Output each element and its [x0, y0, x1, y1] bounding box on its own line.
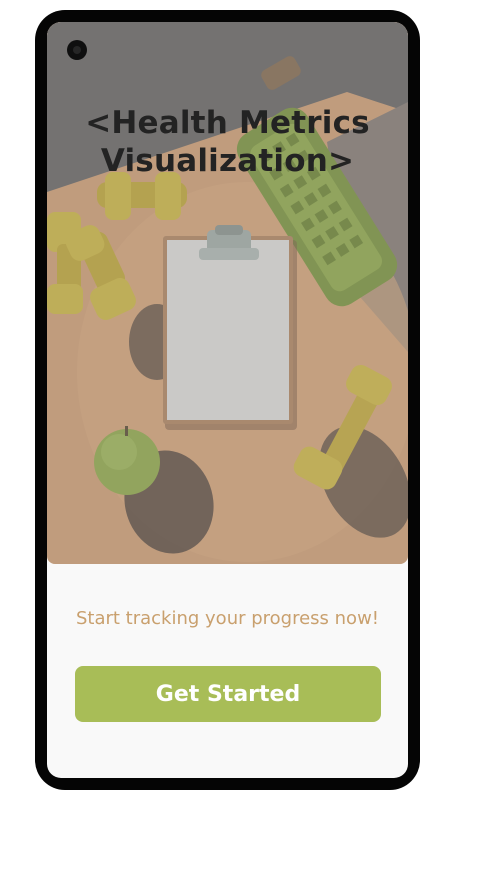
hero-title: <Health Metrics Visualization>	[47, 104, 408, 180]
hero-title-line-1: <Health Metrics	[85, 105, 370, 141]
app-screen: <Health Metrics Visualization> Start tra…	[47, 22, 408, 778]
hero-title-line-2: Visualization>	[100, 143, 355, 179]
front-camera-icon	[67, 40, 87, 60]
phone-frame: <Health Metrics Visualization> Start tra…	[35, 10, 420, 790]
tagline-text: Start tracking your progress now!	[75, 608, 380, 629]
hero-section: <Health Metrics Visualization>	[47, 22, 408, 564]
get-started-button[interactable]: Get Started	[75, 666, 381, 722]
